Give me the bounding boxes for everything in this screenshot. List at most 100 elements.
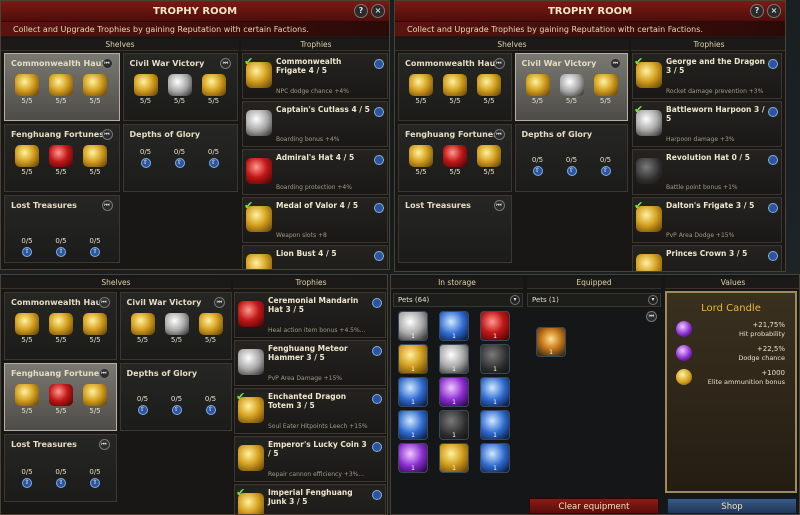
trophy-row[interactable]: Captain's Cutlass 4 / 5 Boarding bonus +4… [242, 101, 388, 147]
upgrade-icon[interactable]: ⇧ [22, 478, 32, 488]
pet-slot[interactable]: 1 [480, 410, 510, 440]
pet-slot[interactable]: 1 [398, 344, 428, 374]
trophy-row[interactable]: Princes Crown 3 / 5 [632, 245, 782, 271]
upgrade-icon[interactable] [374, 251, 384, 261]
pet-slot[interactable]: 1 [480, 443, 510, 473]
help-button[interactable]: ? [750, 4, 764, 18]
upgrade-icon[interactable] [372, 442, 382, 452]
shelf-sort-button[interactable]: ⏮ [214, 297, 225, 308]
upgrade-icon[interactable] [372, 346, 382, 356]
shelf-depths-of-glory[interactable]: Depths of Glory 0/5 ⇧ 0/5 ⇧ 0/5 ⇧ [119, 363, 232, 431]
pet-slot[interactable]: 1 [439, 443, 469, 473]
trophy-row[interactable]: ✔ Imperial Fenghuang Junk 3 / 5 [234, 484, 386, 514]
close-button[interactable]: × [371, 4, 385, 18]
upgrade-icon[interactable] [374, 203, 384, 213]
equipped-pet-slot[interactable]: 1 [536, 327, 566, 357]
shelf-sort-button[interactable]: ⏮ [493, 200, 505, 211]
shop-button[interactable]: Shop [667, 498, 797, 514]
shelf-sort-button[interactable]: ⏮ [101, 200, 113, 211]
upgrade-icon[interactable]: ⇧ [140, 158, 151, 168]
upgrade-icon[interactable]: ⇧ [22, 247, 32, 257]
upgrade-icon[interactable] [372, 298, 382, 308]
upgrade-icon[interactable] [372, 394, 382, 404]
shelves-header: Shelves [1, 277, 231, 289]
trophy-row[interactable]: ✔ Enchanted Dragon Totem 3 / 5 Soul Eater … [234, 388, 386, 434]
upgrade-icon[interactable]: ⇧ [205, 405, 216, 415]
shelf-civil-war-victory[interactable]: Civil War Victory ⏮ 5/5 5/5 5/5 [119, 292, 232, 360]
upgrade-icon[interactable]: ⇧ [566, 166, 577, 176]
upgrade-icon[interactable] [372, 490, 382, 500]
trophy-row[interactable]: Admiral's Hat 4 / 5 Boarding protection +… [242, 149, 388, 195]
shelf-sort-button[interactable]: ⏮ [101, 58, 113, 69]
shelf-sort-button[interactable]: ⏮ [493, 58, 505, 69]
shelf-sort-button[interactable]: ⏮ [493, 129, 505, 140]
shelf-sort-button[interactable]: ⏮ [98, 439, 110, 450]
close-button[interactable]: × [767, 4, 781, 18]
shelf-lost-treasures[interactable]: Lost Treasures ⏮ [398, 195, 512, 263]
upgrade-icon[interactable]: ⇧ [174, 158, 185, 168]
clear-equipment-button[interactable]: Clear equipment [529, 498, 659, 514]
pet-slot[interactable]: 1 [398, 443, 428, 473]
shelf-sort-button[interactable]: ⏮ [610, 58, 621, 69]
shelf-fenghuang-fortunes[interactable]: Fenghuang Fortunes ⏮ 5/5 5/5 5/5 [4, 124, 120, 192]
shelf-civil-war-victory[interactable]: Civil War Victory ⏮ 5/5 5/5 5/5 [122, 53, 238, 121]
shelf-lost-treasures[interactable]: Lost Treasures ⏮ 0/5 ⇧ 0/5 ⇧ 0/5 ⇧ [4, 434, 117, 502]
upgrade-icon[interactable] [768, 59, 778, 69]
trophy-row[interactable]: ✔ Commonwealth Frigate 4 / 5 NPC dodge cha… [242, 53, 388, 99]
trophy-row[interactable]: Revolution Hat 0 / 5 Battle point bonus +… [632, 149, 782, 195]
shelf-depths-of-glory[interactable]: Depths of Glory 0/5 ⇧ 0/5 ⇧ 0/5 ⇧ [122, 124, 238, 192]
shelf-sort-button[interactable]: ⏮ [98, 368, 110, 379]
shelf-fenghuang-fortunes[interactable]: Fenghuang Fortunes ⏮ 5/5 5/5 5/5 [4, 363, 117, 431]
upgrade-icon[interactable]: ⇧ [90, 247, 100, 257]
pet-slot[interactable]: 1 [439, 311, 469, 341]
upgrade-icon[interactable] [768, 107, 778, 117]
pet-slot[interactable]: 1 [398, 311, 428, 341]
shelf-fenghuang-fortunes[interactable]: Fenghuang Fortunes ⏮ 5/5 5/5 5/5 [398, 124, 512, 192]
shelf-commonwealth-haul[interactable]: Commonwealth Haul ⏮ 5/5 5/5 5/5 [398, 53, 512, 121]
upgrade-icon[interactable]: ⇧ [56, 247, 66, 257]
upgrade-icon[interactable]: ⇧ [600, 166, 611, 176]
pet-slot[interactable]: 1 [398, 377, 428, 407]
shelf-lost-treasures[interactable]: Lost Treasures ⏮ 0/5 ⇧ 0/5 ⇧ 0/5 ⇧ [4, 195, 120, 263]
upgrade-icon[interactable]: ⇧ [208, 158, 219, 168]
trophy-row[interactable]: ✔ Dalton's Frigate 3 / 5 PvP Area Dodge +1… [632, 197, 782, 243]
shelf-sort-button[interactable]: ⏮ [220, 58, 231, 69]
trophy-count: 0/5 [531, 156, 544, 164]
help-button[interactable]: ? [354, 4, 368, 18]
pet-slot[interactable]: 1 [398, 410, 428, 440]
shelf-commonwealth-haul[interactable]: Commonwealth Haul ⏮ 5/5 5/5 5/5 [4, 292, 117, 360]
trophy-row[interactable]: Lion Bust 4 / 5 [242, 245, 388, 269]
trophy-row[interactable]: Ceremonial Mandarin Hat 3 / 5 Heal action… [234, 292, 386, 338]
pet-slot[interactable]: 1 [480, 377, 510, 407]
pet-slot[interactable]: 1 [480, 344, 510, 374]
pet-slot[interactable]: 1 [439, 377, 469, 407]
trophy-row[interactable]: ✔ Battleworn Harpoon 3 / 5 Harpoon damage … [632, 101, 782, 147]
upgrade-icon[interactable]: ⇧ [532, 166, 543, 176]
trophy-row[interactable]: Fenghuang Meteor Hammer 3 / 5 PvP Area Da… [234, 340, 386, 386]
upgrade-icon[interactable] [768, 203, 778, 213]
pet-slot[interactable]: 1 [480, 311, 510, 341]
upgrade-icon[interactable] [374, 155, 384, 165]
equipped-dropdown-button[interactable]: ▾ [648, 295, 658, 305]
upgrade-icon[interactable]: ⇧ [137, 405, 148, 415]
shelf-sort-button[interactable]: ⏮ [101, 129, 113, 140]
equipped-sort-button[interactable]: ⏮ [646, 311, 657, 322]
shelf-depths-of-glory[interactable]: Depths of Glory 0/5 ⇧ 0/5 ⇧ 0/5 ⇧ [514, 124, 628, 192]
trophy-row[interactable]: Emperor's Lucky Coin 3 / 5 Repair cannon … [234, 436, 386, 482]
trophy-row[interactable]: ✔ Medal of Valor 4 / 5 Weapon slots +8 [242, 197, 388, 243]
upgrade-icon[interactable] [768, 155, 778, 165]
pet-slot[interactable]: 1 [439, 410, 469, 440]
shelf-civil-war-victory[interactable]: Civil War Victory ⏮ 5/5 5/5 5/5 [514, 53, 628, 121]
upgrade-icon[interactable] [374, 107, 384, 117]
upgrade-icon[interactable]: ⇧ [90, 478, 100, 488]
shelf-sort-button[interactable]: ⏮ [98, 297, 110, 308]
pet-slot[interactable]: 1 [439, 344, 469, 374]
storage-dropdown-button[interactable]: ▾ [510, 295, 520, 305]
upgrade-icon[interactable]: ⇧ [171, 405, 182, 415]
upgrade-icon[interactable] [768, 251, 778, 261]
upgrade-icon[interactable]: ⇧ [56, 478, 66, 488]
in-storage-header: In storage [391, 277, 523, 289]
shelf-commonwealth-haul[interactable]: Commonwealth Haul ⏮ 5/5 5/5 5/5 [4, 53, 120, 121]
upgrade-icon[interactable] [374, 59, 384, 69]
trophy-row[interactable]: ✔ George and the Dragon 3 / 5 Rocket damag… [632, 53, 782, 99]
